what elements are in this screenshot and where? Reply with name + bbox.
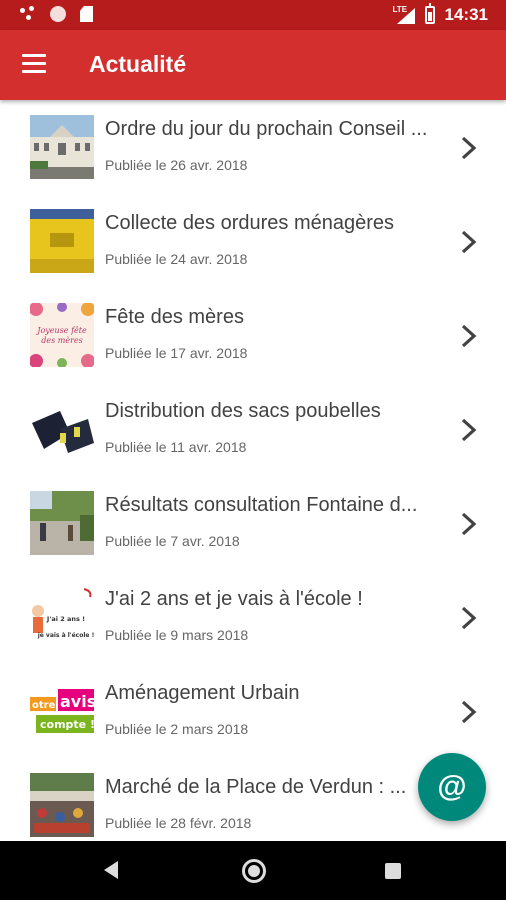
chevron-right-icon bbox=[461, 606, 477, 630]
news-item[interactable]: Distribution des sacs poubelles Publiée … bbox=[0, 382, 506, 476]
notification-dots-icon bbox=[20, 6, 36, 22]
lte-signal-icon: LTE bbox=[393, 6, 415, 24]
news-date: Publiée le 2 mars 2018 bbox=[105, 721, 249, 737]
chevron-right-icon bbox=[461, 136, 477, 160]
news-date: Publiée le 24 avr. 2018 bbox=[105, 251, 248, 267]
flowers-card-thumbnail: Joyeuse fête des mères bbox=[30, 303, 94, 367]
news-item[interactable]: otre avis compte ! Aménagement Urbain Pu… bbox=[0, 664, 506, 758]
battery-icon bbox=[424, 3, 435, 24]
news-item[interactable]: J'ai 2 ans ! je vais à l'école ! J'ai 2 … bbox=[0, 570, 506, 664]
news-title: Fête des mères bbox=[105, 306, 244, 328]
hamburger-menu-icon[interactable] bbox=[22, 54, 46, 74]
news-title: Collecte des ordures ménagères bbox=[105, 212, 395, 234]
back-icon[interactable] bbox=[104, 861, 118, 879]
yellow-bin-thumbnail bbox=[30, 209, 94, 273]
chevron-right-icon bbox=[461, 700, 477, 724]
status-bar: LTE 14:31 bbox=[0, 0, 506, 30]
school-kid-thumbnail: J'ai 2 ans ! je vais à l'école ! bbox=[30, 585, 94, 649]
news-item[interactable]: Résultats consultation Fontaine d... Pub… bbox=[0, 476, 506, 570]
chevron-right-icon bbox=[461, 512, 477, 536]
news-title: J'ai 2 ans et je vais à l'école ! bbox=[105, 588, 363, 610]
home-icon[interactable] bbox=[242, 859, 266, 883]
svg-text:avis: avis bbox=[60, 692, 94, 711]
svg-text:je vais à l'école !: je vais à l'école ! bbox=[37, 632, 94, 639]
town-hall-thumbnail bbox=[30, 115, 94, 179]
trash-bags-thumbnail bbox=[30, 397, 94, 461]
svg-text:des mères: des mères bbox=[41, 336, 83, 345]
sd-card-icon bbox=[80, 6, 93, 22]
news-date: Publiée le 7 avr. 2018 bbox=[105, 533, 240, 549]
avis-banner-thumbnail: otre avis compte ! bbox=[30, 679, 94, 743]
market-thumbnail bbox=[30, 773, 94, 837]
news-date: Publiée le 11 avr. 2018 bbox=[105, 439, 247, 455]
record-icon bbox=[50, 6, 66, 22]
news-item[interactable]: Collecte des ordures ménagères Publiée l… bbox=[0, 194, 506, 288]
chevron-right-icon bbox=[461, 418, 477, 442]
news-date: Publiée le 28 févr. 2018 bbox=[105, 815, 252, 831]
fountain-square-thumbnail bbox=[30, 491, 94, 555]
news-date: Publiée le 9 mars 2018 bbox=[105, 627, 249, 643]
news-title: Résultats consultation Fontaine d... bbox=[105, 494, 418, 516]
svg-text:compte !: compte ! bbox=[40, 718, 94, 731]
news-date: Publiée le 26 avr. 2018 bbox=[105, 157, 248, 173]
news-title: Ordre du jour du prochain Conseil ... bbox=[105, 118, 428, 140]
at-sign-icon[interactable]: @ bbox=[418, 753, 486, 821]
news-list[interactable]: Ordre du jour du prochain Conseil ... Pu… bbox=[0, 100, 506, 841]
recent-apps-icon[interactable] bbox=[385, 863, 401, 879]
news-item[interactable]: Joyeuse fête des mères Fête des mères Pu… bbox=[0, 288, 506, 382]
svg-text:J'ai 2 ans !: J'ai 2 ans ! bbox=[46, 615, 85, 623]
fab-label: @ bbox=[437, 770, 467, 803]
page-title: Actualité bbox=[89, 51, 187, 77]
svg-text:otre: otre bbox=[32, 700, 56, 711]
news-date: Publiée le 17 avr. 2018 bbox=[105, 345, 248, 361]
chevron-right-icon bbox=[461, 324, 477, 348]
chevron-right-icon bbox=[461, 230, 477, 254]
app-bar: Actualité bbox=[0, 30, 506, 100]
svg-text:Joyeuse fête: Joyeuse fête bbox=[35, 326, 87, 335]
system-nav-bar bbox=[0, 841, 506, 900]
news-item[interactable]: Ordre du jour du prochain Conseil ... Pu… bbox=[0, 100, 506, 194]
news-title: Marché de la Place de Verdun : ... bbox=[105, 776, 407, 798]
news-title: Aménagement Urbain bbox=[105, 682, 300, 704]
clock: 14:31 bbox=[444, 5, 488, 24]
news-title: Distribution des sacs poubelles bbox=[105, 400, 381, 422]
